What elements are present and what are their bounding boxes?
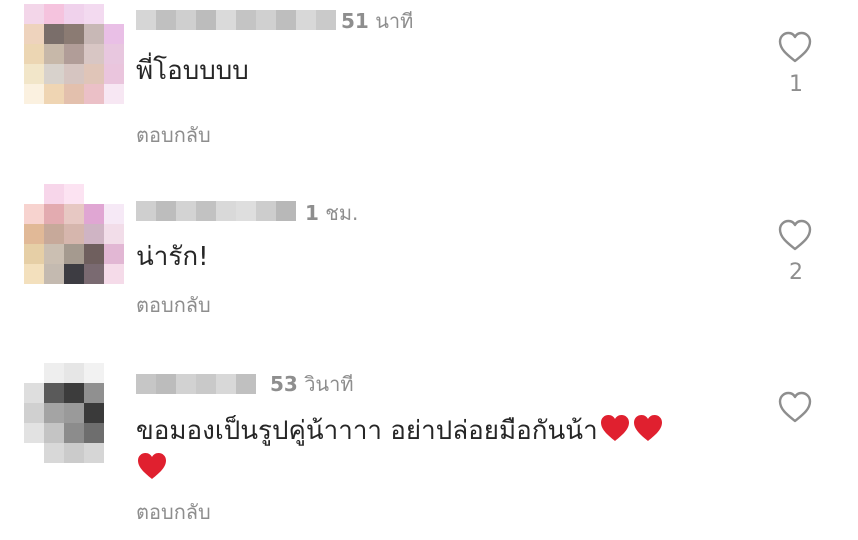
avatar[interactable] xyxy=(24,184,124,284)
heart-outline-icon[interactable] xyxy=(777,218,813,252)
avatar[interactable] xyxy=(24,363,124,463)
username-redacted[interactable] xyxy=(136,201,296,221)
reply-button[interactable]: ตอบกลับ xyxy=(136,500,211,524)
username-redacted[interactable] xyxy=(136,10,336,30)
avatar[interactable] xyxy=(24,4,124,104)
comment-timestamp: 53 วินาที xyxy=(270,372,354,396)
reply-button[interactable]: ตอบกลับ xyxy=(136,123,211,147)
timestamp-number: 1 xyxy=(305,201,319,225)
comment-text-body: ขอมองเป็นรูปคู่น้าาาา อย่าปล่อยมือกันน้า xyxy=(136,416,598,446)
comment-text: ขอมองเป็นรูปคู่น้าาาา อย่าปล่อยมือกันน้า xyxy=(136,412,736,488)
reply-button[interactable]: ตอบกลับ xyxy=(136,293,211,317)
timestamp-unit: ชม. xyxy=(325,201,359,225)
timestamp-number: 51 xyxy=(341,9,369,33)
comment-text: น่ารัก! xyxy=(136,242,209,272)
timestamp-number: 53 xyxy=(270,372,298,396)
red-heart-emoji xyxy=(138,453,166,479)
comment-timestamp: 1 ชม. xyxy=(305,201,358,225)
username-redacted[interactable] xyxy=(136,374,256,394)
comment-text: พี่โอบบบบ xyxy=(136,56,249,86)
timestamp-unit: นาที xyxy=(375,9,414,33)
timestamp-unit: วินาที xyxy=(304,372,354,396)
like-count: 2 xyxy=(789,260,803,285)
comment-timestamp: 51 นาที xyxy=(341,9,413,33)
heart-outline-icon[interactable] xyxy=(777,30,813,64)
red-heart-emoji xyxy=(600,415,629,441)
heart-outline-icon[interactable] xyxy=(777,390,813,424)
red-heart-emoji xyxy=(633,415,662,441)
like-count: 1 xyxy=(789,72,803,97)
